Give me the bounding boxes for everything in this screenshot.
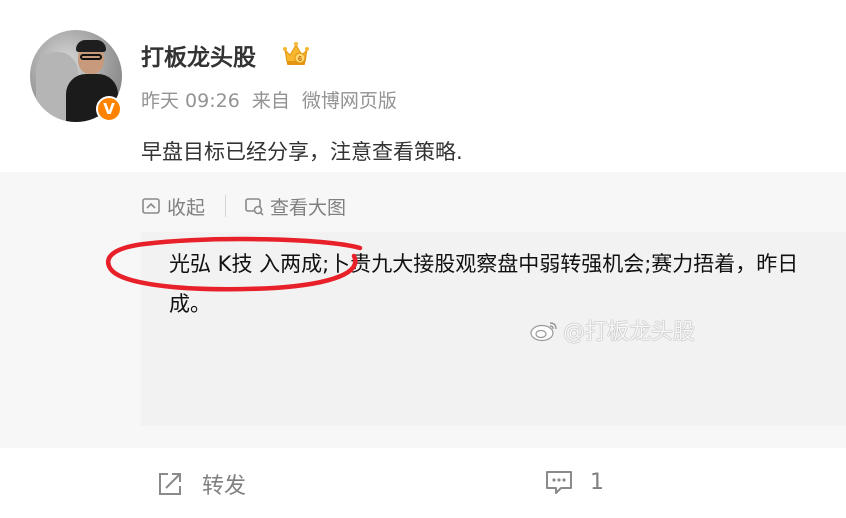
- verified-badge-icon: V: [96, 96, 122, 122]
- view-large-icon: [245, 198, 264, 216]
- toolbar-divider: [225, 195, 227, 217]
- post-image[interactable]: 光弘 K技 入两成;卜贵九大接股观察盘中弱转强机会;赛力捂着，昨日 成。 @打板…: [141, 232, 846, 426]
- comment-button[interactable]: 1: [544, 468, 604, 496]
- post-source[interactable]: 微博网页版: [302, 90, 397, 112]
- watermark-text: @打板龙头股: [563, 320, 696, 345]
- collapse-button[interactable]: 收起: [141, 193, 205, 220]
- username[interactable]: 打板龙头股: [141, 38, 256, 72]
- source-prefix: 来自: [251, 90, 290, 112]
- repost-label: 转发: [202, 474, 247, 499]
- action-bar: 转发 1: [0, 460, 846, 512]
- repost-icon: [159, 473, 181, 495]
- image-text-line-2: 成。: [169, 292, 211, 316]
- comment-icon: [546, 471, 572, 494]
- comment-count: 1: [590, 469, 604, 495]
- image-watermark: @打板龙头股: [529, 314, 695, 346]
- avatar-person-hair: [76, 40, 106, 52]
- image-text-line-1: 光弘 K技 入两成;卜贵九大接股观察盘中弱转强机会;赛力捂着，昨日: [169, 252, 799, 276]
- collapse-icon: [142, 198, 160, 214]
- crown-icon[interactable]: 6: [282, 40, 310, 68]
- view-large-label: 查看大图: [270, 196, 347, 219]
- repost-button[interactable]: 转发: [156, 468, 246, 500]
- media-toolbar: 收起 查看大图: [141, 192, 346, 220]
- weibo-post: V 打板龙头股 6 昨天 09:26 来自 微博网页版 早盘目标已经分享，注意查…: [0, 0, 846, 518]
- post-text: 早盘目标已经分享，注意查看策略.: [141, 140, 463, 164]
- weibo-logo-icon: [530, 322, 557, 342]
- collapse-label: 收起: [167, 196, 206, 219]
- svg-text:6: 6: [298, 56, 302, 63]
- post-meta: 昨天 09:26 来自 微博网页版: [141, 86, 403, 113]
- post-time[interactable]: 昨天 09:26: [141, 90, 240, 112]
- view-large-button[interactable]: 查看大图: [244, 193, 346, 220]
- avatar-glasses: [80, 54, 102, 60]
